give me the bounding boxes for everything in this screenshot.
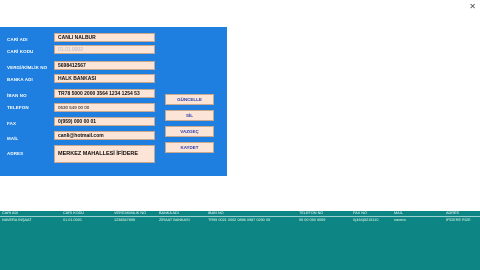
grid-cell: TR95 0021 0002 0896 0987 0250 05 — [208, 218, 271, 222]
update-button[interactable]: GÜNCELLE — [165, 94, 214, 105]
grid-header-cell[interactable]: TELEFON NO — [299, 211, 323, 215]
grid-header-cell[interactable]: CARİ ADI — [2, 211, 18, 215]
grid-header-cell[interactable]: ADRES — [446, 211, 459, 215]
grid-cell: NAVERA İNŞAAT — [2, 218, 32, 222]
grid-header-cell[interactable]: FAX NO — [353, 211, 367, 215]
fax-field[interactable]: 0(959) 000 00 01 — [54, 117, 155, 126]
adres-field[interactable]: MERKEZ MAHALLESİ İFİDERE — [54, 145, 155, 163]
label-banka-adi: BANKA ADI — [7, 77, 33, 82]
label-cari-adi: CARİ ADI — [7, 37, 28, 42]
cancel-button[interactable]: VAZGEÇ — [165, 126, 214, 137]
telefon-field[interactable]: 0530 549 00 00 — [54, 103, 155, 112]
grid-cell: 0(464)5215110 — [353, 218, 379, 222]
banka-adi-field[interactable]: HALK BANKASI — [54, 74, 155, 83]
cari-adi-field[interactable]: CANLI NALBUR — [54, 33, 155, 42]
grid-header-cell[interactable]: VERGİ/KİMLİK NO — [114, 211, 146, 215]
save-button[interactable]: KAYDET — [165, 142, 214, 153]
cari-data-grid[interactable]: CARİ ADI CARİ KODU VERGİ/KİMLİK NO BANKA… — [0, 211, 480, 270]
grid-header-cell[interactable]: BANKA ADI — [159, 211, 179, 215]
grid-cell: 01.01.0001 — [63, 218, 83, 222]
vergi-no-field[interactable]: 5698412567 — [54, 61, 155, 70]
grid-header-cell[interactable]: İBAN NO — [208, 211, 224, 215]
grid-cell: 1236547895 — [114, 218, 136, 222]
cari-form-panel: CARİ ADI CANLI NALBUR CARİ KODU 01.01.00… — [0, 27, 227, 176]
close-icon[interactable]: ✕ — [469, 2, 476, 11]
grid-cell: 05 00 050 9059 — [299, 218, 326, 222]
grid-header-cell[interactable]: MAİL — [394, 211, 403, 215]
grid-cell: İFİDERE RİZE — [446, 218, 471, 222]
grid-cell: ZİRAAT BANKASI — [159, 218, 190, 222]
label-vergi-no: VERGİ/KİMLİK NO — [7, 65, 48, 70]
label-mail: MAİL — [7, 136, 19, 141]
label-telefon: TELEFON — [7, 105, 29, 110]
label-adres: ADRES — [7, 151, 24, 156]
grid-cell: navera — [394, 218, 406, 222]
grid-header-row: CARİ ADI CARİ KODU VERGİ/KİMLİK NO BANKA… — [0, 211, 480, 217]
label-iban-no: İBAN NO — [7, 93, 27, 98]
delete-button[interactable]: SİL — [165, 110, 214, 121]
label-cari-kodu: CARİ KODU — [7, 49, 34, 54]
iban-no-field[interactable]: TR78 5000 2000 3564 1234 1254 53 — [54, 89, 155, 98]
label-fax: FAX — [7, 121, 17, 126]
cari-kodu-field[interactable]: 01.01.0002 — [54, 45, 155, 54]
mail-field[interactable]: canli@hotmail.com — [54, 131, 155, 140]
grid-header-cell[interactable]: CARİ KODU — [63, 211, 84, 215]
